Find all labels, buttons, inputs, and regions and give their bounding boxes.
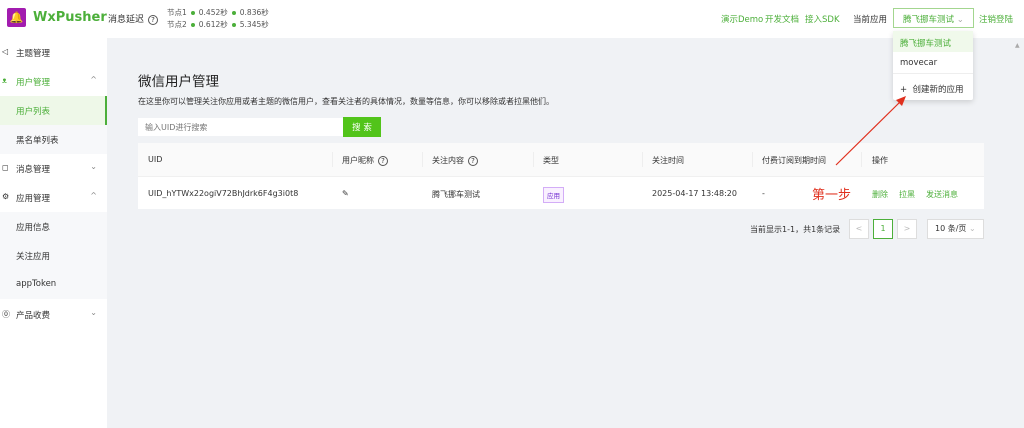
step-annotation: 第一步 bbox=[812, 188, 852, 203]
annotation-arrow bbox=[835, 96, 906, 166]
scroll-up-icon[interactable]: ▲ bbox=[1015, 42, 1020, 49]
